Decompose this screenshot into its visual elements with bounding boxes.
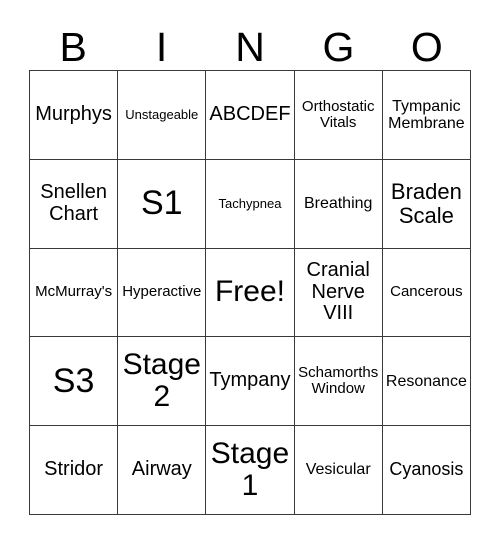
bingo-cell[interactable]: Airway [118,426,207,515]
bingo-cell[interactable]: Cancerous [382,248,471,338]
bingo-cell[interactable]: Unstageable [118,71,207,160]
bingo-header-letter-o: O [410,24,443,70]
bingo-cell[interactable]: Schamorths Window [294,337,383,427]
bingo-cell[interactable]: Vesicular [294,426,383,515]
bingo-cell-label: Stridor [44,458,104,481]
bingo-cell-label: Braden Scale [390,178,462,228]
bingo-header-row: BINGO [29,14,471,70]
bingo-cell-label: ABCDEF [209,103,291,126]
bingo-cell[interactable]: Tachypnea [206,159,295,249]
bingo-cell[interactable]: Tympanic Membrane [382,71,471,160]
bingo-cell[interactable]: Snellen Chart [30,159,119,249]
bingo-cell[interactable]: Orthostatic Vitals [294,71,383,160]
bingo-cell-label: Murphys [35,103,112,126]
bingo-cell-label: Resonance [385,372,467,390]
bingo-cell-label: Stage 1 [210,436,290,503]
bingo-cell-label: Vesicular [305,461,371,479]
bingo-cell[interactable]: Cranial Nerve VIII [294,248,383,338]
bingo-cell-label: Schamorths Window [298,364,379,398]
bingo-cell[interactable]: Hyperactive [118,248,207,338]
bingo-cell-label: S1 [140,184,183,223]
bingo-cell-label: Tympanic Membrane [388,97,465,132]
bingo-card: B I N G O Murphys Unstageable ABCDEF Orthostati… [0,0,500,544]
bingo-cell-label: Cancerous [390,283,463,301]
bingo-cell[interactable]: S3 [30,337,119,427]
bingo-cell-label: Hyperactive [122,283,202,301]
bingo-cell[interactable]: ABCDEF [206,71,295,160]
bingo-header-letter-n: N [235,24,265,70]
bingo-cell[interactable]: McMurray's [30,248,119,338]
bingo-cell[interactable]: Resonance [382,337,471,427]
bingo-cell[interactable]: Stage 1 [206,426,295,515]
bingo-cell-label: Stage 2 [122,347,201,414]
bingo-cell[interactable]: Stage 2 [118,337,207,427]
bingo-cell-label: Cyanosis [389,459,464,480]
bingo-cell-label: Cranial Nerve VIII [306,259,370,325]
bingo-cell-label: Unstageable [125,106,199,122]
bingo-cell-label: S3 [52,361,95,400]
bingo-cell-label: Orthostatic Vitals [301,97,375,131]
bingo-cell[interactable]: Braden Scale [382,159,471,249]
bingo-cell-label: Airway [131,458,192,481]
bingo-header-letter-i: I [155,24,168,70]
bingo-cell[interactable]: Breathing [294,159,383,249]
bingo-cell-free[interactable]: Free! [206,248,295,338]
bingo-grid: Murphys Unstageable ABCDEF Orthostatic Vita… [29,70,471,515]
bingo-header-letter-g: G [322,24,355,70]
bingo-header-letter-b: B [59,24,87,70]
bingo-cell-label: Free! [214,275,285,309]
bingo-cell-label: Tympany [209,369,291,392]
bingo-cell[interactable]: Murphys [30,71,119,160]
bingo-cell[interactable]: Cyanosis [382,426,471,515]
bingo-cell[interactable]: S1 [118,159,207,249]
bingo-cell-label: Snellen Chart [40,181,107,225]
bingo-cell-label: Breathing [303,195,373,213]
bingo-cell[interactable]: Tympany [206,337,295,427]
bingo-cell-label: Tachypnea [218,195,282,211]
bingo-cell[interactable]: Stridor [30,426,119,515]
bingo-cell-label: McMurray's [35,283,113,301]
